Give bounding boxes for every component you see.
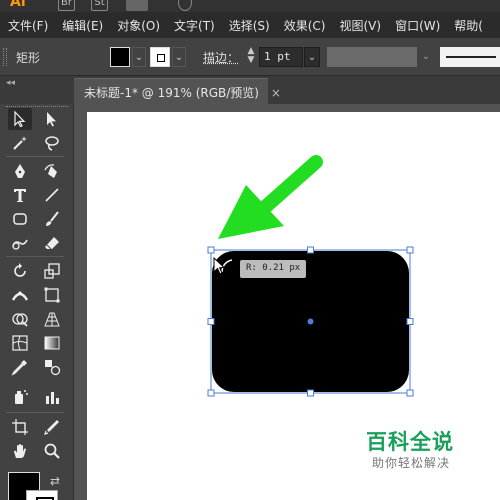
width-icon[interactable]: [8, 284, 32, 306]
menu-bar: 文件(F) 编辑(E) 对象(O) 文字(T) 选择(S) 效果(C) 视图(V…: [0, 12, 500, 38]
perspective-grid-icon[interactable]: [40, 308, 64, 330]
tool-separator: [6, 256, 64, 257]
bridge-button[interactable]: Br: [58, 0, 75, 11]
watermark-subtitle: 助你轻松解决: [372, 456, 451, 470]
tool-separator: [6, 412, 64, 413]
stroke-swatch[interactable]: [150, 47, 170, 67]
stroke-width-input[interactable]: 1 pt: [259, 47, 303, 67]
fill-swatch[interactable]: [110, 47, 130, 67]
variable-width-profile[interactable]: [327, 47, 417, 67]
swap-fill-stroke-icon[interactable]: ⇄: [50, 474, 60, 488]
variable-width-dropdown-icon[interactable]: ⌄: [418, 47, 434, 67]
watermark-title: 百科全说: [366, 430, 454, 454]
scale-icon[interactable]: [40, 260, 64, 282]
menu-window[interactable]: 窗口(W): [387, 17, 440, 34]
direct-selection-icon[interactable]: [40, 108, 64, 130]
mesh-icon[interactable]: [8, 332, 32, 354]
free-transform-icon[interactable]: [40, 284, 64, 306]
document-tab[interactable]: 未标题-1* @ 191% (RGB/预览) ×: [74, 78, 281, 104]
stroke-label[interactable]: 描边：: [203, 49, 239, 66]
collapse-panels-icon[interactable]: ◂◂: [6, 78, 15, 88]
zoom-icon[interactable]: [40, 440, 64, 462]
shape-builder-icon[interactable]: [8, 308, 32, 330]
close-icon[interactable]: ×: [271, 86, 281, 100]
eyedropper-icon[interactable]: [8, 356, 32, 378]
shaper-icon[interactable]: [8, 232, 32, 254]
stroke-width-dropdown-icon[interactable]: ⌄: [304, 47, 320, 67]
stroke-dropdown-icon[interactable]: ⌄: [172, 47, 186, 67]
symbol-sprayer-icon[interactable]: [8, 386, 32, 408]
stroke-width-stepper-icon[interactable]: ▲ ▼: [244, 47, 258, 67]
eraser-icon[interactable]: [40, 232, 64, 254]
stroke-color-box[interactable]: [26, 490, 58, 500]
type-icon[interactable]: [8, 184, 32, 206]
fill-dropdown-icon[interactable]: ⌄: [132, 47, 146, 67]
gpu-performance-icon[interactable]: [178, 0, 192, 11]
menu-effect[interactable]: 效果(C): [276, 17, 326, 34]
paintbrush-icon[interactable]: [40, 208, 64, 230]
control-bar: 矩形 ⌄ ⌄ 描边： ▲ ▼ 1 pt ⌄ ⌄: [0, 38, 500, 76]
tool-separator: [6, 156, 64, 157]
magic-wand-icon[interactable]: [8, 132, 32, 154]
menu-type[interactable]: 文字(T): [166, 17, 215, 34]
lasso-icon[interactable]: [40, 132, 64, 154]
rotate-icon[interactable]: [8, 260, 32, 282]
current-tool-name: 矩形: [16, 51, 41, 65]
menu-file[interactable]: 文件(F): [0, 17, 48, 34]
line-segment-icon[interactable]: [40, 184, 64, 206]
menu-object[interactable]: 对象(O): [109, 17, 160, 34]
slice-icon[interactable]: [40, 416, 64, 438]
document-tab-bar: ◂◂ 未标题-1* @ 191% (RGB/预览) ×: [0, 76, 500, 104]
menu-edit[interactable]: 编辑(E): [54, 17, 103, 34]
blend-icon[interactable]: [40, 356, 64, 378]
corner-radius-tooltip: R: 0.21 px: [240, 260, 306, 278]
selection-icon[interactable]: [8, 108, 32, 130]
menu-select[interactable]: 选择(S): [221, 17, 270, 34]
stock-button[interactable]: St: [91, 0, 108, 11]
column-graph-icon[interactable]: [40, 386, 64, 408]
gradient-icon[interactable]: [40, 332, 64, 354]
rectangle-icon[interactable]: [8, 208, 32, 230]
app-bar: Ai Br St: [0, 0, 500, 12]
brush-definition[interactable]: [440, 47, 500, 67]
app-logo: Ai: [10, 0, 26, 10]
tools-panel: ⇄: [0, 104, 74, 500]
menu-view[interactable]: 视图(V): [331, 17, 381, 34]
workspace-layout-icon[interactable]: [126, 0, 148, 11]
hand-icon[interactable]: [8, 440, 32, 462]
document-tab-title: 未标题-1* @ 191% (RGB/预览): [84, 86, 259, 100]
artboard-icon[interactable]: [8, 416, 32, 438]
pen-icon[interactable]: [8, 160, 32, 182]
control-bar-grip[interactable]: [3, 48, 7, 66]
menu-help[interactable]: 帮助(: [446, 17, 483, 34]
curvature-icon[interactable]: [40, 160, 64, 182]
